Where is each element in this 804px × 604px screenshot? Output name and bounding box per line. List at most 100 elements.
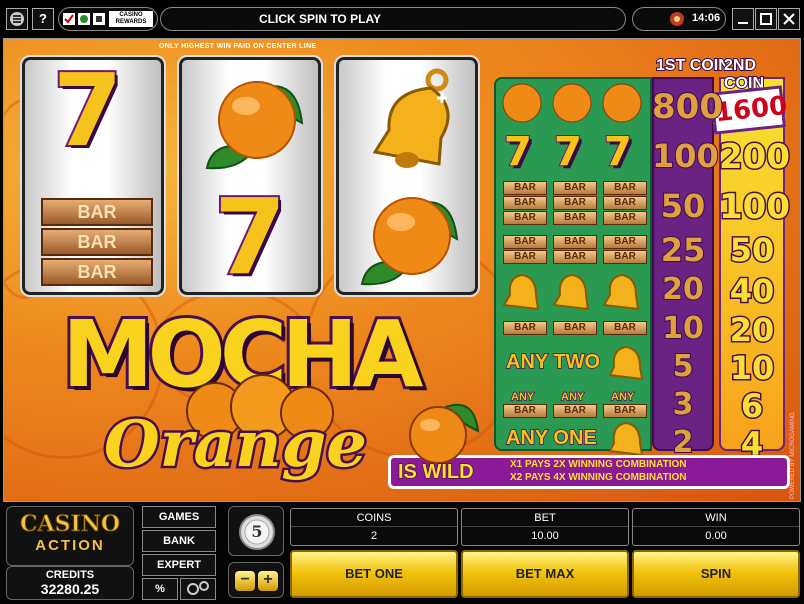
bar-icon: BAR — [503, 321, 547, 335]
is-wild-label: IS WILD — [397, 460, 474, 484]
expert-button[interactable]: EXPERT — [142, 554, 216, 576]
header-1st-coin: 1ST COIN — [655, 56, 731, 75]
payout-percent-button[interactable]: % — [142, 578, 178, 600]
coin-size-value: 5 — [251, 522, 263, 541]
top-bar: ? CASINO REWARDS CLICK SPIN TO PLAY 14:0… — [0, 0, 804, 38]
bar-icon: BAR — [503, 211, 547, 225]
brand-line-2: ACTION — [35, 537, 105, 554]
bar-icon: BAR — [503, 235, 547, 249]
powered-by: POWERED BY MICROGAMING — [790, 412, 796, 499]
any-two-label: ANY TWO — [505, 350, 601, 374]
bet-label: BET — [462, 509, 628, 527]
pay-1st-coin: 25 — [660, 230, 707, 270]
games-button[interactable]: GAMES — [142, 506, 216, 528]
coin-size-panel: 5 — [228, 506, 284, 556]
bet-panel: BET 10.00 — [461, 508, 629, 546]
bar-icon: BAR — [503, 181, 547, 195]
seven-symbol: 7 — [51, 57, 125, 171]
win-panel: WIN 0.00 — [632, 508, 800, 546]
bar-icon: BAR — [553, 211, 597, 225]
credits-panel: CREDITS 32280.25 — [6, 566, 134, 600]
pay-1st-coin: 5 — [672, 348, 695, 385]
bar-icon: BAR — [603, 321, 647, 335]
pay-1st-coin: 100 — [651, 136, 720, 176]
paytable-seven: 7 — [503, 128, 533, 176]
credits-value: 32280.25 — [40, 581, 100, 597]
bar-icon: BAR — [553, 196, 597, 210]
control-panel: CASINO ACTION CREDITS 32280.25 GAMES BAN… — [0, 502, 804, 604]
game-area: ONLY HIGHEST WIN PAID ON CENTER LINE 7 B… — [3, 38, 801, 502]
pay-1st-coin: 50 — [660, 186, 707, 226]
bar-label: BAR — [41, 198, 153, 226]
any-one-label: ANY ONE — [505, 426, 597, 450]
spin-button[interactable]: SPIN — [632, 550, 800, 598]
wild-orange-icon — [409, 403, 480, 464]
bar-icon: BAR — [603, 250, 647, 264]
bar-label: BAR — [41, 228, 153, 256]
win-label: WIN — [633, 509, 799, 527]
coin-stepper: − + — [228, 562, 284, 598]
credits-label: CREDITS — [45, 569, 95, 581]
maximize-button[interactable] — [755, 8, 777, 30]
bar-icon: BAR — [503, 196, 547, 210]
bank-button[interactable]: BANK — [142, 530, 216, 552]
bar-icon: BAR — [503, 250, 547, 264]
coins-label: COINS — [291, 509, 457, 527]
bell-icon — [608, 421, 644, 457]
bar-icon: BAR — [553, 321, 597, 335]
bar-icon: BAR — [603, 211, 647, 225]
brand-line-1: CASINO — [19, 511, 121, 538]
win-value: 0.00 — [705, 530, 727, 542]
coin-increase-button[interactable]: + — [258, 571, 278, 591]
pay-2nd-coin: 40 — [728, 271, 776, 312]
gear-icon — [187, 581, 209, 595]
pay-1st-coin: 800 — [651, 86, 724, 128]
orange-symbol — [360, 197, 459, 286]
any-label: ANY — [510, 390, 535, 404]
paytable-seven: 7 — [553, 128, 583, 176]
bar-icon: BAR — [553, 404, 597, 418]
menu-icon[interactable] — [6, 8, 28, 30]
pay-1st-coin: 20 — [661, 271, 705, 308]
pay-2nd-coin: 6 — [739, 386, 764, 427]
wild-rule-1: X1 PAYS 2X WINNING COMBINATION — [510, 459, 687, 470]
pay-1st-coin: 3 — [672, 386, 695, 423]
casino-rewards-badge[interactable]: CASINO REWARDS — [58, 7, 158, 31]
any-label: ANY — [610, 390, 635, 404]
pay-2nd-coin: 10 — [728, 348, 776, 389]
pay-2nd-coin: 20 — [728, 310, 776, 351]
bar-icon: BAR — [503, 404, 547, 418]
paytable-bells — [502, 273, 640, 311]
pay-2nd-coin: 50 — [728, 230, 776, 271]
help-button[interactable]: ? — [32, 8, 54, 30]
close-button[interactable] — [778, 8, 800, 30]
chip-icon — [670, 12, 684, 26]
orange-symbol — [205, 81, 304, 170]
rewards-icons — [63, 13, 105, 25]
seven-symbol: 7 — [212, 174, 288, 295]
reel-1: 7 BAR BAR BAR — [20, 55, 166, 297]
reel-2: 7 — [177, 55, 323, 297]
settings-button[interactable] — [180, 578, 216, 600]
bar-icon: BAR — [603, 196, 647, 210]
any-label: ANY — [560, 390, 585, 404]
bar-icon: BAR — [603, 181, 647, 195]
pay-2nd-coin: 100 — [718, 186, 792, 229]
pay-2nd-coin: 200 — [718, 136, 792, 179]
coins-value: 2 — [370, 530, 378, 542]
minimize-button[interactable] — [732, 8, 754, 30]
coin-decrease-button[interactable]: − — [235, 571, 255, 591]
status-text: CLICK SPIN TO PLAY — [258, 12, 382, 26]
bar-icon: BAR — [553, 181, 597, 195]
bar-label: BAR — [41, 258, 153, 286]
rewards-label: CASINO REWARDS — [109, 11, 153, 27]
bet-value: 10.00 — [531, 530, 559, 542]
payline-note: ONLY HIGHEST WIN PAID ON CENTER LINE — [159, 43, 317, 50]
bet-max-button[interactable]: BET MAX — [461, 550, 629, 598]
bar-icon: BAR — [553, 235, 597, 249]
bet-one-button[interactable]: BET ONE — [290, 550, 458, 598]
logo-orange: Orange — [102, 405, 370, 485]
wild-rule-2: X2 PAYS 4X WINNING COMBINATION — [510, 472, 687, 483]
pay-1st-coin: 10 — [661, 310, 705, 347]
bar-icon: BAR — [603, 404, 647, 418]
